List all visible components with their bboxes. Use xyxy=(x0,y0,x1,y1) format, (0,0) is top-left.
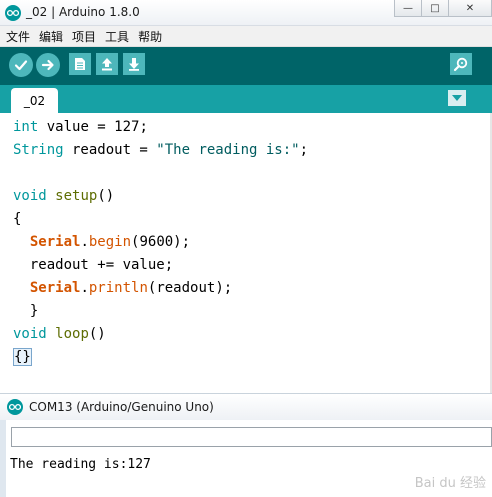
maximize-button[interactable]: □ xyxy=(421,0,449,17)
upload-button[interactable] xyxy=(36,53,60,77)
serial-monitor-button[interactable] xyxy=(450,53,472,75)
save-icon xyxy=(129,58,139,71)
serial-monitor-titlebar[interactable]: COM13 (Arduino/Genuino Uno) xyxy=(0,394,492,420)
menu-file[interactable]: 文件 xyxy=(6,28,30,45)
code-line-9: } xyxy=(13,303,39,319)
save-button[interactable] xyxy=(123,53,145,75)
code-line-10: void loop() xyxy=(13,326,106,342)
open-icon xyxy=(102,58,112,71)
text-cursor: {} xyxy=(13,348,32,366)
tab-menu-button[interactable] xyxy=(448,90,466,106)
menu-sketch[interactable]: 项目 xyxy=(72,28,96,45)
code-line-1: int value = 127; xyxy=(13,119,148,135)
window-title: _02 | Arduino 1.8.0 xyxy=(26,5,140,19)
serial-send-input[interactable] xyxy=(11,427,492,447)
tab-bar: _02 xyxy=(0,85,492,113)
triangle-down-icon xyxy=(452,95,462,101)
new-button[interactable] xyxy=(69,53,91,75)
arduino-logo-icon xyxy=(7,399,23,415)
serial-monitor-icon xyxy=(453,57,468,72)
arduino-logo-icon xyxy=(5,5,21,21)
window-controls: — □ ✕ xyxy=(394,0,492,18)
code-line-7: readout += value; xyxy=(13,257,174,273)
minimize-button[interactable]: — xyxy=(394,0,422,17)
menu-bar: 文件 编辑 项目 工具 帮助 xyxy=(0,26,492,47)
new-icon xyxy=(75,58,85,70)
close-button[interactable]: ✕ xyxy=(448,0,492,17)
serial-window-frame xyxy=(0,420,6,497)
code-line-11: {} xyxy=(13,347,32,367)
code-line-6: Serial.begin(9600); xyxy=(29,234,191,250)
upload-icon xyxy=(41,59,54,71)
watermark: Bai du 经验 xyxy=(414,476,486,491)
code-editor[interactable]: int value = 127; String readout = "The r… xyxy=(0,113,492,393)
serial-monitor-title: COM13 (Arduino/Genuino Uno) xyxy=(29,400,214,414)
tab-sketch-02[interactable]: _02 xyxy=(11,88,58,113)
menu-tools[interactable]: 工具 xyxy=(105,28,129,45)
verify-icon xyxy=(14,60,28,71)
code-line-4: void setup() xyxy=(13,188,115,204)
code-line-2: String readout = "The reading is:"; xyxy=(13,142,309,158)
toolbar xyxy=(0,47,492,85)
verify-button[interactable] xyxy=(9,53,33,77)
open-button[interactable] xyxy=(96,53,118,75)
code-line-5: { xyxy=(13,211,22,227)
menu-edit[interactable]: 编辑 xyxy=(39,28,63,45)
menu-help[interactable]: 帮助 xyxy=(138,28,162,45)
code-line-8: Serial.println(readout); xyxy=(29,280,233,296)
window-titlebar[interactable]: _02 | Arduino 1.8.0 — □ ✕ xyxy=(0,0,492,26)
